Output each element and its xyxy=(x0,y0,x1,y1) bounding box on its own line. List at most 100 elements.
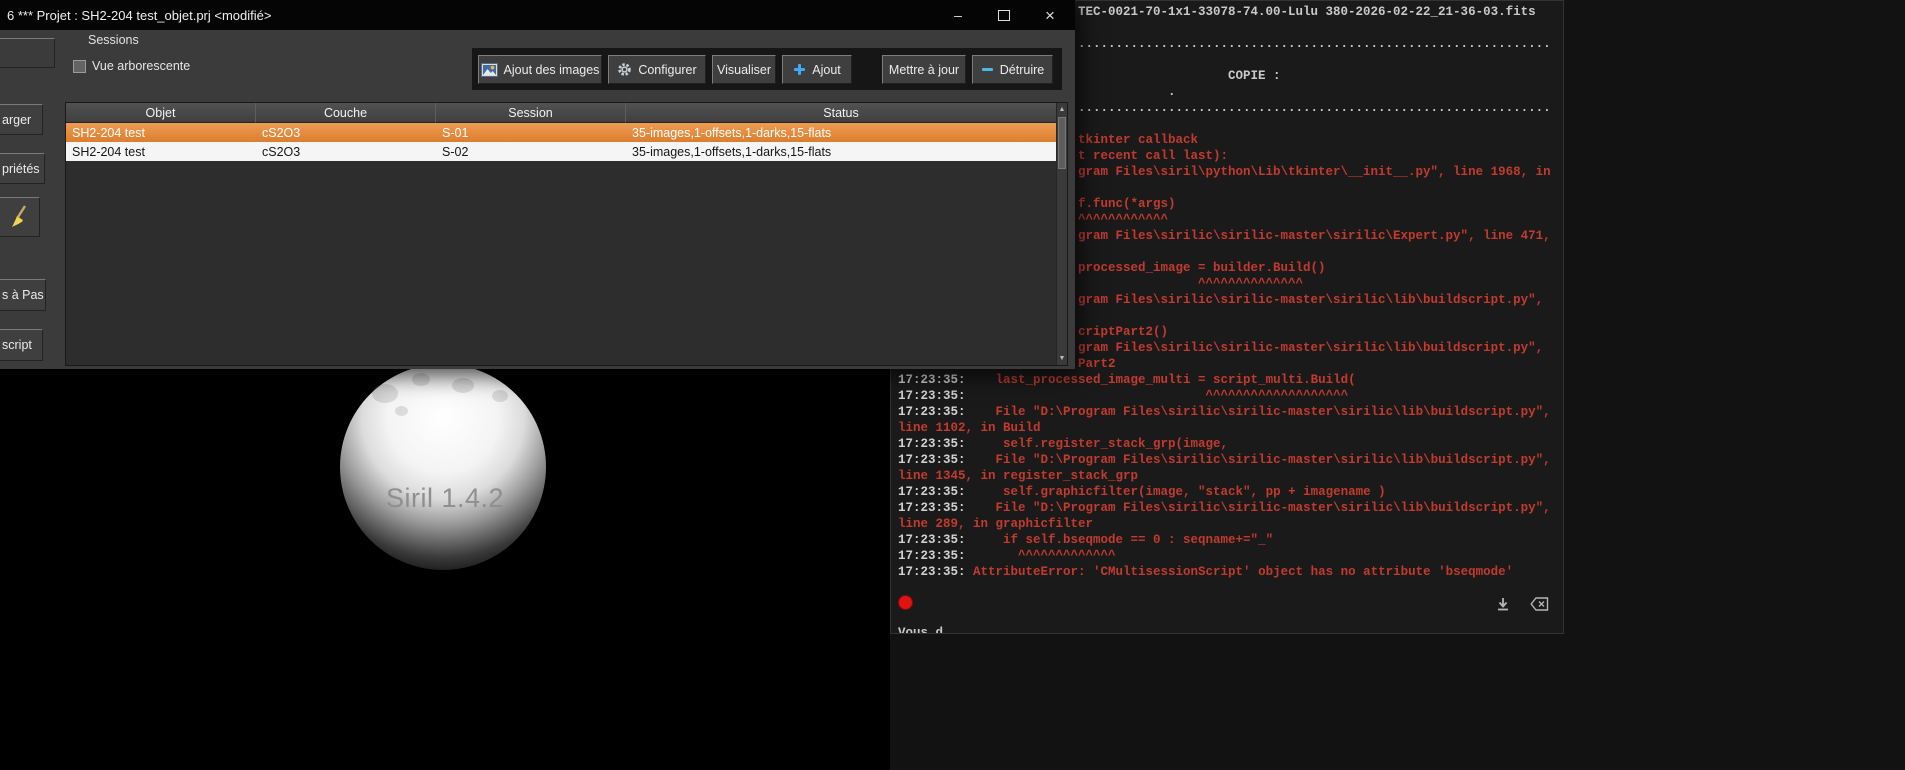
log-text: . xyxy=(1078,85,1176,99)
table-scrollbar[interactable]: ▲ ▼ xyxy=(1056,103,1067,365)
log-timestamp: 17:23:35: xyxy=(898,437,966,451)
log-text: ........................................… xyxy=(1078,37,1551,51)
maximize-button[interactable] xyxy=(981,0,1027,30)
tree-view-option: Vue arborescente xyxy=(73,59,190,73)
log-timestamp: 17:23:35: xyxy=(898,565,966,579)
table-row[interactable]: SH2-204 test cS2O3 S-02 35-images,1-offsets… xyxy=(66,142,1057,161)
console-line: 17:23:35: File "D:\Program Files\sirilic… xyxy=(891,404,1563,420)
left-toolbar-button-partial-0[interactable] xyxy=(0,38,55,68)
column-header-session[interactable]: Session xyxy=(436,103,626,123)
log-timestamp: 17:23:35: xyxy=(898,533,966,547)
console-line: 17:23:35: File "D:\Program Files\sirilic… xyxy=(891,452,1563,468)
button-label: priétés xyxy=(2,161,40,176)
column-header-objet[interactable]: Objet xyxy=(66,103,256,123)
button-label: Mettre à jour xyxy=(888,62,960,77)
toolbar-button-mettre-a-jour[interactable]: Mettre à jour xyxy=(882,55,966,84)
project-window: 6 *** Projet : SH2-204 test_objet.prj <m… xyxy=(0,0,1075,369)
button-label: script xyxy=(2,338,32,352)
sessions-table: Objet Couche Session Status SH2-204 test cS2… xyxy=(65,102,1068,366)
sessions-panel-title: Sessions xyxy=(88,33,139,47)
log-text: COPIE : xyxy=(1078,69,1281,83)
plus-icon xyxy=(793,63,806,76)
button-label: Détruire xyxy=(999,62,1045,77)
button-label: Configurer xyxy=(638,62,697,77)
scroll-down-arrow-icon[interactable]: ▼ xyxy=(1057,352,1067,365)
clear-icon xyxy=(1529,597,1549,611)
scrollbar-thumb[interactable] xyxy=(1058,117,1066,169)
log-text: ^^^^^^^^^^^^^^ xyxy=(1078,277,1304,291)
table-cell: 35-images,1-offsets,1-darks,15-flats xyxy=(632,125,832,140)
titlebar[interactable]: 6 *** Projet : SH2-204 test_objet.prj <m… xyxy=(0,0,1075,30)
log-text: if self.bseqmode == 0 : seqname+="_" xyxy=(965,533,1274,547)
close-button[interactable]: × xyxy=(1027,0,1073,30)
console-line: 17:23:35: ^^^^^^^^^^^^^ xyxy=(891,548,1563,564)
column-header-couche[interactable]: Couche xyxy=(256,103,436,123)
maximize-icon xyxy=(998,9,1010,21)
left-toolbar-button-s-a-pas[interactable]: s à Pas xyxy=(0,279,46,311)
toolbar-button-visualiser[interactable]: Visualiser xyxy=(712,55,776,84)
console-line: 17:23:35: File "D:\Program Files\sirilic… xyxy=(891,500,1563,516)
table-cell: cS2O3 xyxy=(262,125,301,140)
log-text: f.func(*args) xyxy=(1078,197,1176,211)
toolbar-button-detruire[interactable]: Détruire xyxy=(972,55,1053,84)
image-icon xyxy=(480,62,498,77)
tree-view-checkbox-label: Vue arborescente xyxy=(92,59,191,73)
log-timestamp: 17:23:35: xyxy=(898,405,966,419)
desktop: TEC-0021-70-1x1-33078-74.00-Lulu 380-202… xyxy=(0,0,1905,770)
left-toolbar-button-partial-3[interactable] xyxy=(0,197,40,237)
log-text: Part2 xyxy=(1078,357,1116,371)
left-toolbar: arger priétés s à Pas script xyxy=(0,30,62,369)
log-text: File "D:\Program Files\sirilic\sirilic-m… xyxy=(965,501,1551,515)
left-toolbar-button-arger[interactable]: arger xyxy=(0,104,43,135)
log-text: gram Files\sirilic\sirilic-master\sirili… xyxy=(1078,293,1544,307)
table-body: SH2-204 test cS2O3 S-01 35-images,1-offsets… xyxy=(66,123,1057,161)
table-cell: SH2-204 test xyxy=(72,144,145,159)
button-label: s à Pas xyxy=(2,288,44,302)
console-controls xyxy=(891,591,1563,619)
log-text: self.register_stack_grp(image, xyxy=(965,437,1229,451)
column-header-status[interactable]: Status xyxy=(626,103,1057,123)
console-line: 17:23:35: last_processed_image_multi = s… xyxy=(891,372,1563,388)
log-timestamp: 17:23:35: xyxy=(898,389,966,403)
toolbar-button-configurer[interactable]: Configurer xyxy=(608,55,706,84)
moon-crater xyxy=(492,390,508,402)
console-line: 17:23:35: AttributeError: 'CMultisession… xyxy=(891,564,1563,580)
table-cell: S-02 xyxy=(442,144,469,159)
moon-crater xyxy=(395,406,408,416)
console-line: line 289, in graphicfilter xyxy=(891,516,1563,532)
log-text: line 1345, in register_stack_grp xyxy=(898,469,1139,483)
download-log-button[interactable] xyxy=(1491,594,1515,614)
console-line: 17:23:35: if self.bseqmode == 0 : seqnam… xyxy=(891,532,1563,548)
minus-icon xyxy=(981,63,994,76)
scroll-up-arrow-icon[interactable]: ▲ xyxy=(1057,103,1067,116)
console-line: 17:23:35: self.register_stack_grp(image, xyxy=(891,436,1563,452)
log-text: ^^^^^^^^^^^^^ xyxy=(965,549,1116,563)
log-text: File "D:\Program Files\sirilic\sirilic-m… xyxy=(965,453,1551,467)
log-text: ^^^^^^^^^^^^ xyxy=(1078,213,1169,227)
console-line: line 1102, in Build xyxy=(891,420,1563,436)
button-label: Visualiser xyxy=(717,62,771,77)
log-text: line 1102, in Build xyxy=(898,421,1041,435)
log-timestamp: 17:23:35: xyxy=(898,485,966,499)
log-text: AttributeError: 'CMultisessionScript' ob… xyxy=(965,565,1514,579)
console-line: 17:23:35: self.graphicfilter(image, "sta… xyxy=(891,484,1563,500)
left-toolbar-button-prietes[interactable]: priétés xyxy=(0,153,45,184)
log-text: last_processed_image_multi = script_mult… xyxy=(965,373,1356,387)
table-row[interactable]: SH2-204 test cS2O3 S-01 35-images,1-offsets… xyxy=(66,123,1057,142)
tree-view-checkbox[interactable] xyxy=(73,59,86,73)
toolbar-button-ajout-des-images[interactable]: Ajout des images xyxy=(478,55,602,84)
left-toolbar-button-script[interactable]: script xyxy=(0,329,43,361)
toolbar-button-ajout[interactable]: Ajout xyxy=(782,55,852,84)
log-text: tkinter callback xyxy=(1078,133,1199,147)
log-text: criptPart2() xyxy=(1078,325,1169,339)
log-text: ........................................… xyxy=(1078,101,1551,115)
table-cell: cS2O3 xyxy=(262,144,301,159)
button-label: Ajout xyxy=(812,62,841,77)
log-text: t recent call last): xyxy=(1078,149,1229,163)
log-text: TEC-0021-70-1x1-33078-74.00-Lulu 380-202… xyxy=(1078,5,1536,19)
console-status-text: Vous d xyxy=(898,626,944,634)
console-line: 17:23:35: ^^^^^^^^^^^^^^^^^^^ xyxy=(891,388,1563,404)
close-icon: × xyxy=(1045,5,1055,25)
minimize-button[interactable]: – xyxy=(935,0,981,30)
clear-log-button[interactable] xyxy=(1527,594,1551,614)
